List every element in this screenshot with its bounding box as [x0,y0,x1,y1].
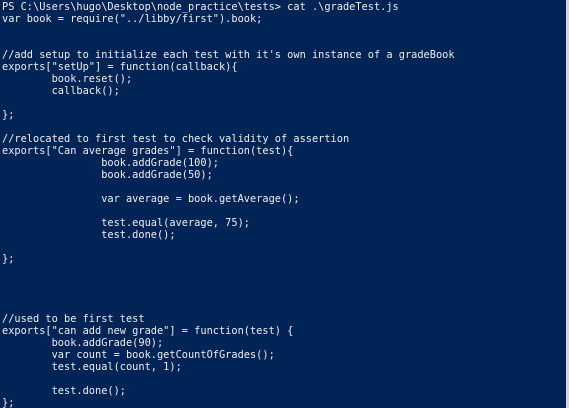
code-line-12: exports["Can average grades"] = function… [2,145,294,157]
code-line-21: }; [2,253,15,265]
code-line-5: exports["setUp"] = function(callback){ [2,61,238,73]
code-line-16: var average = book.getAverage(); [2,193,300,205]
code-line-13: book.addGrade(100); [2,157,219,169]
code-line-32: test.done(); [2,385,126,397]
code-line-33: }; [2,397,15,408]
code-line-26: //used to be first test [2,313,145,325]
code-line-19: test.done(); [2,229,176,241]
code-line-14: book.addGrade(50); [2,169,213,181]
code-line-6: book.reset(); [2,73,133,85]
code-line-11: //relocated to first test to check valid… [2,133,350,145]
code-line-18: test.equal(average, 75); [2,217,250,229]
prompt-line: PS C:\Users\hugo\Desktop\node_practice\t… [2,1,399,13]
code-line-30: test.equal(count, 1); [2,361,182,373]
code-line-27: exports["can add new grade"] = function(… [2,325,294,337]
powershell-console[interactable]: PS C:\Users\hugo\Desktop\node_practice\t… [0,0,569,408]
code-line-4: //add setup to initialize each test with… [2,49,455,61]
code-line-9: }; [2,109,15,121]
code-line-7: callback(); [2,85,120,97]
code-line-1: var book = require("../libby/first").boo… [2,13,263,25]
code-line-28: book.addGrade(90); [2,337,164,349]
code-line-29: var count = book.getCountOfGrades(); [2,349,275,361]
